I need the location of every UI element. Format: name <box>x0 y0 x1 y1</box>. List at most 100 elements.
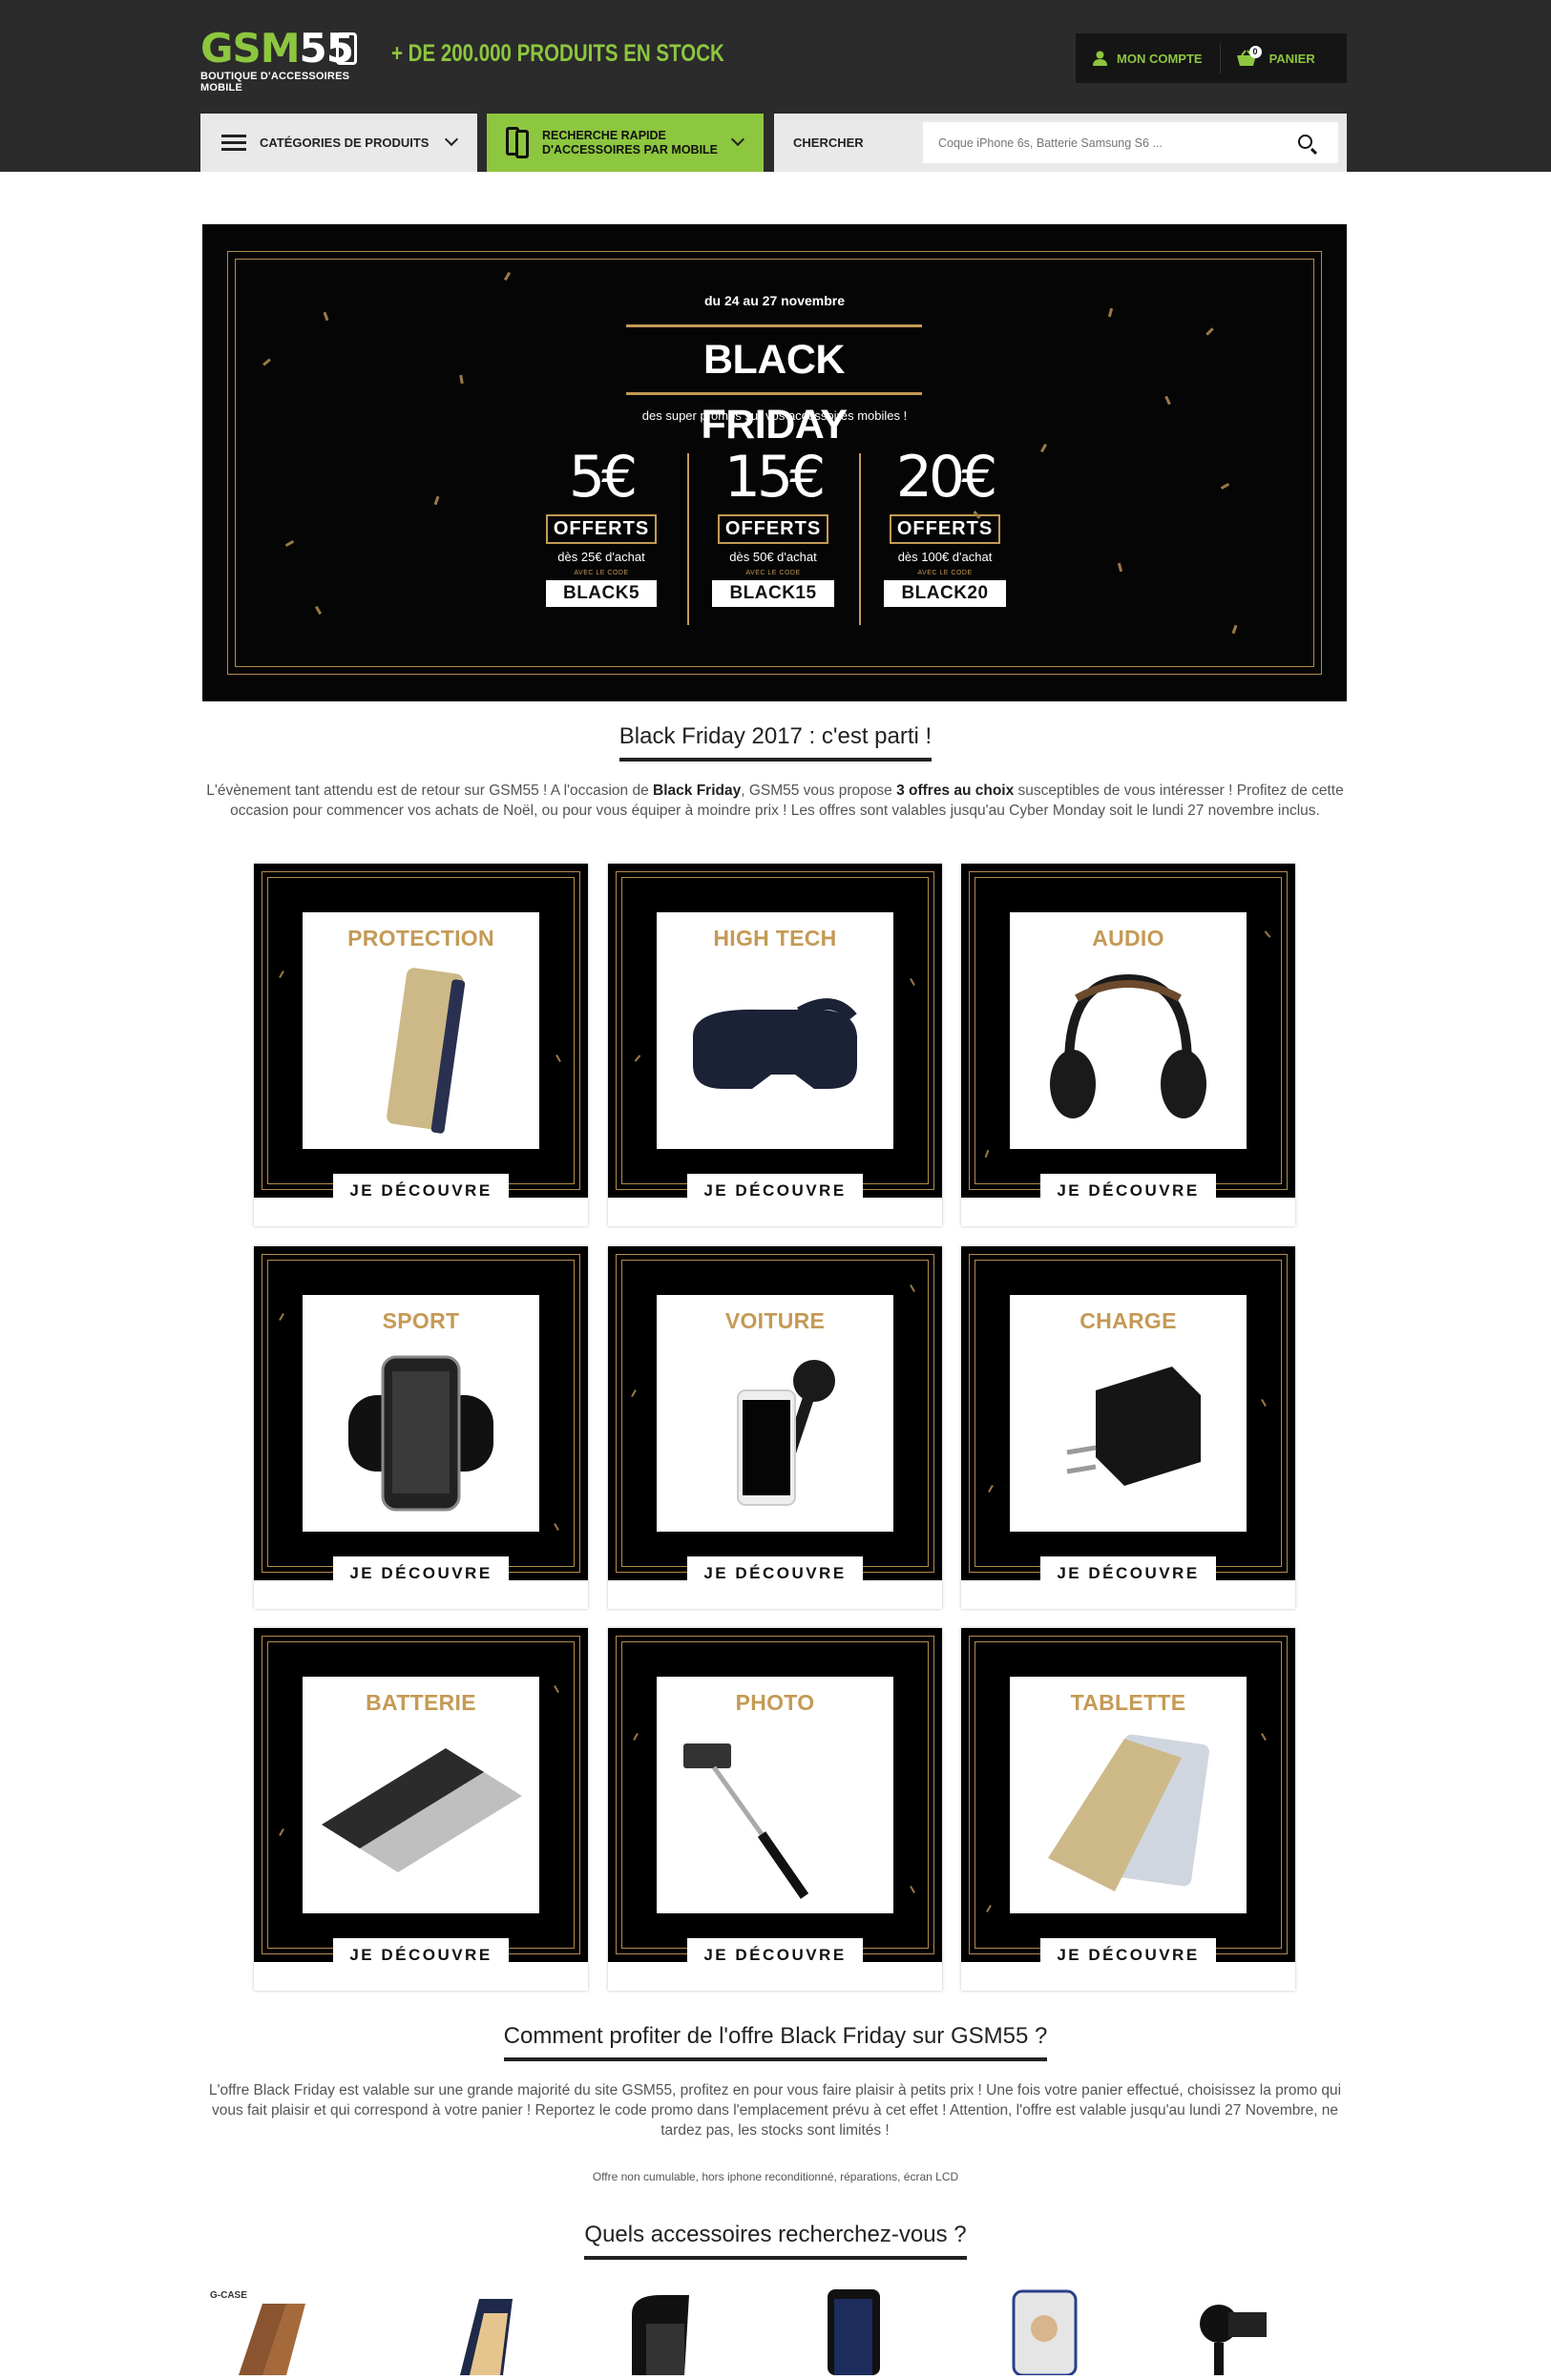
category-title: TABLETTE <box>1070 1690 1186 1715</box>
phone-logo-icon <box>336 32 357 65</box>
offer-block: 15€ OFFERTS dès 50€ d'achat AVEC LE CODE… <box>697 444 849 607</box>
card-inner: TABLETTE <box>1010 1677 1247 1913</box>
account-label: MON COMPTE <box>1117 51 1203 66</box>
category-card[interactable]: PROTECTION JE DÉCOUVRE <box>254 864 588 1226</box>
offer-condition: dès 25€ d'achat <box>557 550 645 564</box>
bike-light-image <box>1200 2305 1267 2375</box>
categories-label: CATÉGORIES DE PRODUITS <box>260 136 430 150</box>
category-card[interactable]: PHOTO JE DÉCOUVRE <box>608 1628 942 1991</box>
offer-code-label: AVEC LE CODE <box>574 570 629 576</box>
vr-headset-image <box>693 998 857 1089</box>
offer-divider <box>687 453 689 625</box>
category-card[interactable]: SPORT JE DÉCOUVRE <box>254 1246 588 1609</box>
account-bar: MON COMPTE 0 PANIER <box>1076 33 1347 83</box>
black-case-image <box>828 2289 880 2375</box>
tablet-case-image <box>1048 1734 1209 1891</box>
black-friday-banner[interactable]: du 24 au 27 novembre BLACK FRIDAY des su… <box>202 224 1347 701</box>
discover-button[interactable]: JE DÉCOUVRE <box>333 1174 509 1208</box>
intro-text-part: L'évènement tant attendu est de retour s… <box>206 783 654 799</box>
search-bar: CHERCHER <box>774 114 1347 172</box>
banner-dates: du 24 au 27 novembre <box>703 293 846 308</box>
phones-icon <box>506 126 531 159</box>
headphones-image <box>1050 973 1206 1118</box>
offer-label: OFFERTS <box>545 514 658 544</box>
category-card[interactable]: AUDIO JE DÉCOUVRE <box>961 864 1295 1226</box>
offer-amount: 5€ <box>568 444 638 511</box>
categories-menu-button[interactable]: CATÉGORIES DE PRODUITS <box>200 114 477 172</box>
battery-image <box>322 1748 522 1872</box>
offer-code: BLACK20 <box>884 580 1006 607</box>
accessory-thumb[interactable] <box>804 2286 899 2375</box>
offer-block: 5€ OFFERTS dès 25€ d'achat AVEC LE CODE … <box>525 444 678 607</box>
offer-divider <box>859 453 861 625</box>
quick-search-label: RECHERCHE RAPIDE D'ACCESSOIRES PAR MOBIL… <box>542 128 719 157</box>
offer-condition: dès 100€ d'achat <box>897 550 993 564</box>
intro-heading-text: Black Friday 2017 : c'est parti ! <box>618 723 933 762</box>
category-title: HIGH TECH <box>713 926 837 950</box>
card-inner: PROTECTION <box>303 912 539 1149</box>
accessory-thumb[interactable] <box>1176 2286 1290 2375</box>
category-card[interactable]: CHARGE JE DÉCOUVRE <box>961 1246 1295 1609</box>
charger-image <box>1066 1367 1201 1486</box>
discover-button[interactable]: JE DÉCOUVRE <box>1040 1938 1216 1973</box>
offer-note: Offre non cumulable, hors iphone recondi… <box>592 2170 959 2183</box>
logo-subtitle: BOUTIQUE D'ACCESSOIRES MOBILE <box>200 71 350 94</box>
discover-button[interactable]: JE DÉCOUVRE <box>687 1174 863 1208</box>
card-inner: SPORT <box>303 1295 539 1532</box>
category-title: PHOTO <box>735 1690 815 1715</box>
intro-heading: Black Friday 2017 : c'est parti ! <box>0 723 1551 762</box>
hamburger-icon <box>221 135 246 151</box>
how-to-heading: Comment profiter de l'offre Black Friday… <box>0 2023 1551 2061</box>
accessories-thumbnails: G-CASE <box>202 2286 1348 2377</box>
discover-button[interactable]: JE DÉCOUVRE <box>687 1556 863 1591</box>
how-to-heading-text: Comment profiter de l'offre Black Friday… <box>503 2023 1048 2061</box>
discover-button[interactable]: JE DÉCOUVRE <box>1040 1174 1216 1208</box>
quick-search-mobile-button[interactable]: RECHERCHE RAPIDE D'ACCESSOIRES PAR MOBIL… <box>487 114 764 172</box>
offer-code: BLACK5 <box>545 580 658 607</box>
accessory-thumb[interactable] <box>990 2286 1104 2377</box>
offer-block: 20€ OFFERTS dès 100€ d'achat AVEC LE COD… <box>869 444 1021 607</box>
banner-subtitle: des super promos sur vos accessoires mob… <box>641 408 908 423</box>
card-inner: AUDIO <box>1010 912 1247 1149</box>
category-title: PROTECTION <box>347 926 494 950</box>
accessory-thumb[interactable]: G-CASE <box>210 2286 353 2375</box>
card-inner: VOITURE <box>657 1295 893 1532</box>
cart-label: PANIER <box>1268 51 1315 66</box>
category-card[interactable]: VOITURE JE DÉCOUVRE <box>608 1246 942 1609</box>
flip-case-image <box>460 2299 513 2375</box>
category-card[interactable]: HIGH TECH JE DÉCOUVRE <box>608 864 942 1226</box>
category-card[interactable]: TABLETTE JE DÉCOUVRE <box>961 1628 1295 1991</box>
discover-button[interactable]: JE DÉCOUVRE <box>333 1938 509 1973</box>
banner-title: BLACK FRIDAY <box>626 324 922 448</box>
phone-case-image <box>387 968 466 1134</box>
card-inner: HIGH TECH <box>657 912 893 1149</box>
accessory-thumb[interactable] <box>603 2286 718 2375</box>
accessories-heading: Quels accessoires recherchez-vous ? <box>0 2222 1551 2260</box>
discover-button[interactable]: JE DÉCOUVRE <box>333 1556 509 1591</box>
cart-count-badge: 0 <box>1248 45 1262 58</box>
card-inner: PHOTO <box>657 1677 893 1913</box>
intro-text-part: , GSM55 vous propose <box>741 783 897 799</box>
offer-amount: 20€ <box>895 444 998 511</box>
account-button[interactable]: MON COMPTE <box>1076 33 1220 83</box>
armband-image <box>348 1355 493 1512</box>
accessories-heading-text: Quels accessoires recherchez-vous ? <box>584 2222 967 2260</box>
search-input[interactable] <box>923 122 1338 163</box>
stock-tagline: + DE 200.000 PRODUITS EN STOCK <box>391 40 724 67</box>
card-inner: BATTERIE <box>303 1677 539 1913</box>
car-holder-image <box>737 1360 835 1506</box>
category-card[interactable]: BATTERIE JE DÉCOUVRE <box>254 1628 588 1991</box>
accessory-thumb[interactable] <box>422 2286 536 2375</box>
discover-button[interactable]: JE DÉCOUVRE <box>687 1938 863 1973</box>
clear-case-image <box>1012 2289 1078 2377</box>
intro-bold: 3 offres au choix <box>896 783 1015 799</box>
category-title: CHARGE <box>1079 1308 1177 1333</box>
logo[interactable]: GSM55 BOUTIQUE D'ACCESSOIRES MOBILE <box>200 29 367 94</box>
chevron-down-icon <box>444 132 459 147</box>
search-icon[interactable] <box>1298 135 1312 149</box>
category-title: BATTERIE <box>366 1690 476 1715</box>
selfie-stick-image <box>683 1743 809 1899</box>
category-title: SPORT <box>382 1308 460 1333</box>
cart-button[interactable]: 0 PANIER <box>1221 33 1332 83</box>
discover-button[interactable]: JE DÉCOUVRE <box>1040 1556 1216 1591</box>
